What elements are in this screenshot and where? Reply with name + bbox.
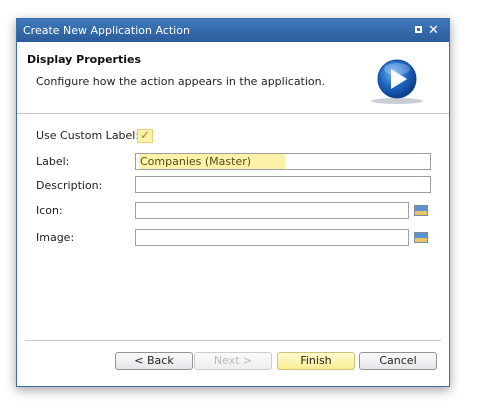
footer-divider xyxy=(25,340,441,341)
next-button[interactable]: Next > xyxy=(194,352,272,370)
play-circle-icon xyxy=(371,59,423,104)
section-description: Configure how the action appears in the … xyxy=(36,75,326,88)
description-input[interactable] xyxy=(135,176,431,193)
maximize-icon[interactable] xyxy=(415,26,422,33)
section-title: Display Properties xyxy=(27,53,142,66)
image-input[interactable] xyxy=(135,229,409,246)
close-icon[interactable]: ✕ xyxy=(427,19,440,42)
check-mark: ✓ xyxy=(140,128,151,142)
label-input-value: Companies (Master) xyxy=(139,154,286,169)
cancel-button[interactable]: Cancel xyxy=(359,352,437,370)
wizard-header: Display Properties Configure how the act… xyxy=(17,42,449,114)
label-input[interactable]: Companies (Master) xyxy=(135,153,431,170)
window-title: Create New Application Action xyxy=(23,24,190,37)
icon-input[interactable] xyxy=(135,202,409,219)
use-custom-label-label: Use Custom Label: xyxy=(36,129,140,142)
title-bar[interactable]: Create New Application Action ✕ xyxy=(17,19,449,42)
icon-field-label: Icon: xyxy=(36,204,63,217)
image-field-label: Image: xyxy=(36,231,75,244)
back-button[interactable]: < Back xyxy=(115,352,193,370)
image-picker-icon[interactable] xyxy=(414,232,428,243)
description-field-label: Description: xyxy=(36,179,103,192)
icon-picker-icon[interactable] xyxy=(414,205,428,216)
create-action-dialog: Create New Application Action ✕ Display … xyxy=(16,18,450,387)
finish-button[interactable]: Finish xyxy=(277,352,355,370)
use-custom-label-checkbox[interactable]: ✓ xyxy=(137,128,153,143)
label-field-label: Label: xyxy=(36,155,70,168)
